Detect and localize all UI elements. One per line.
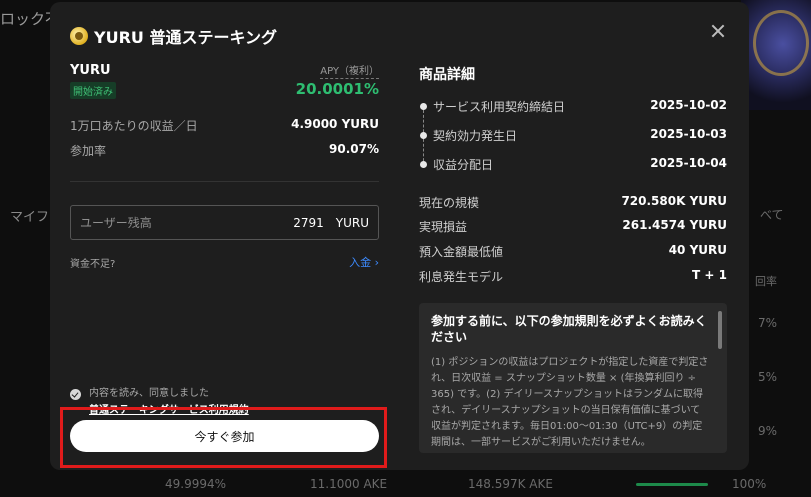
earnings-row: 1万口あたりの収益／日 4.9000 YURU: [70, 117, 379, 134]
rules-panel[interactable]: 参加する前に、以下の参加規則を必ずよくお読みください (1) ポジションの収益は…: [419, 303, 727, 453]
metric-row: 現在の規模 720.580K YURU: [419, 194, 727, 211]
metric-value: 40 YURU: [668, 243, 727, 257]
background-value: 7%: [758, 316, 778, 330]
product-details-title: 商品詳細: [419, 67, 475, 83]
timeline: サービス利用契約締結日 2025-10-02 契約効力発生日 2025-10-0…: [419, 98, 727, 185]
modal-header: YURU 普通ステーキング: [70, 24, 277, 48]
background-filter-label: べて: [760, 208, 784, 222]
timeline-value: 2025-10-04: [650, 156, 727, 170]
rules-body: (1) ポジションの収益はプロジェクトが指定した資産で判定され、日次収益 = ス…: [431, 357, 709, 448]
insufficient-funds-label: 資金不足?: [70, 259, 116, 270]
status-badge: 開始済み: [70, 82, 116, 99]
timeline-value: 2025-10-03: [650, 127, 727, 141]
background-cell: 100%: [732, 477, 767, 491]
staking-modal: YURU 普通ステーキング YURU 開始済み APY（複利） 20.0001%…: [50, 2, 749, 470]
timeline-dot: [420, 103, 427, 110]
metric-row: 利息発生モデル T + 1: [419, 268, 727, 285]
coin-icon: [70, 27, 88, 45]
metric-label: 実現損益: [419, 220, 468, 234]
rules-scrollbar[interactable]: [718, 311, 722, 349]
metric-row: 預入金額最低値 40 YURU: [419, 243, 727, 260]
metric-value: 720.580K YURU: [621, 194, 727, 208]
timeline-label: サービス利用契約締結日: [433, 100, 566, 114]
metric-label: 利息発生モデル: [419, 270, 504, 284]
agree-checkbox[interactable]: [70, 389, 81, 400]
balance-label: ユーザー残高: [80, 216, 152, 230]
timeline-label: 収益分配日: [433, 158, 494, 172]
close-icon[interactable]: [711, 24, 725, 38]
agree-text: 内容を読み、同意しました: [89, 388, 209, 399]
background-tab-label: マイフ: [10, 210, 50, 225]
background-artwork: [741, 0, 811, 110]
timeline-item: 契約効力発生日 2025-10-03: [419, 127, 727, 156]
metric-value: 261.4574 YURU: [622, 218, 727, 232]
background-progress-bar: [636, 483, 708, 486]
modal-title: YURU 普通ステーキング: [94, 28, 277, 47]
timeline-label: 契約効力発生日: [433, 129, 518, 143]
metric-label: 現在の規模: [419, 196, 480, 210]
background-cell: 148.597K AKE: [468, 477, 553, 491]
background-column-header: 回率: [755, 275, 777, 288]
apy-value: 20.0001%: [295, 80, 379, 98]
participation-row: 参加率 90.07%: [70, 142, 379, 159]
divider: [70, 181, 379, 182]
background-cell: 49.9994%: [165, 477, 227, 491]
coin-name: YURU: [70, 63, 111, 78]
timeline-value: 2025-10-02: [650, 98, 727, 112]
balance-value: 2791 YURU: [293, 216, 369, 230]
user-balance-field[interactable]: ユーザー残高 2791 YURU: [70, 205, 379, 240]
timeline-item: サービス利用契約締結日 2025-10-02: [419, 98, 727, 127]
metric-row: 実現損益 261.4574 YURU: [419, 218, 727, 235]
earnings-label: 1万口あたりの収益／日: [70, 119, 198, 133]
rules-title: 参加する前に、以下の参加規則を必ずよくお読みください: [431, 314, 707, 344]
deposit-link[interactable]: 入金 ›: [349, 254, 379, 270]
metric-label: 預入金額最低値: [419, 245, 504, 259]
join-now-button[interactable]: 今すぐ参加: [70, 420, 379, 452]
background-cell: 11.1000 AKE: [310, 477, 388, 491]
participation-label: 参加率: [70, 144, 107, 158]
background-value: 9%: [758, 424, 778, 438]
metric-value: T + 1: [692, 268, 727, 282]
earnings-value: 4.9000 YURU: [291, 117, 379, 131]
timeline-dot: [420, 161, 427, 168]
timeline-item: 収益分配日 2025-10-04: [419, 156, 727, 185]
participation-value: 90.07%: [329, 142, 379, 156]
apy-label[interactable]: APY（複利）: [320, 62, 379, 79]
timeline-dot: [420, 132, 427, 139]
background-value: 5%: [758, 370, 778, 384]
